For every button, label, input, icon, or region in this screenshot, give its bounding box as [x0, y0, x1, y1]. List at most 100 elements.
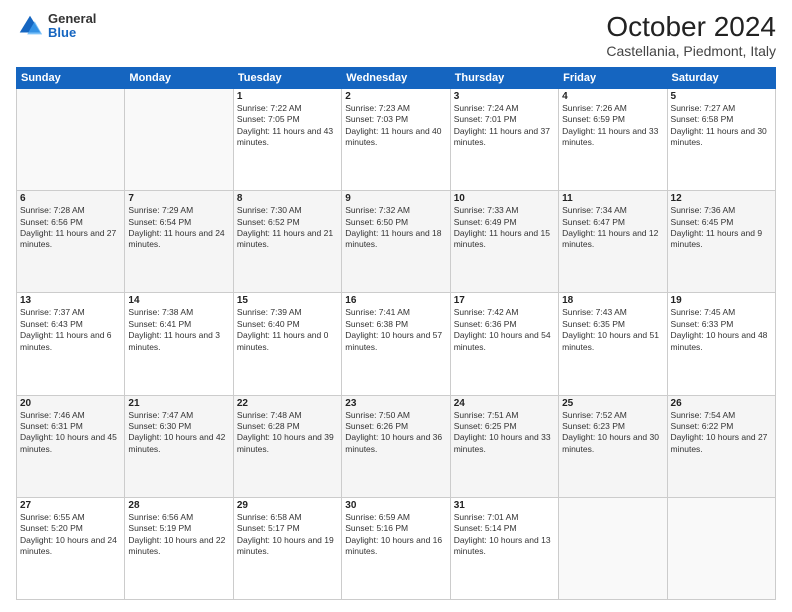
day-info: Sunrise: 6:55 AM Sunset: 5:20 PM Dayligh… — [20, 512, 121, 558]
col-thursday: Thursday — [450, 67, 558, 88]
day-number: 21 — [128, 398, 229, 409]
day-info: Sunrise: 7:01 AM Sunset: 5:14 PM Dayligh… — [454, 512, 555, 558]
calendar-cell: 18Sunrise: 7:43 AM Sunset: 6:35 PM Dayli… — [559, 293, 667, 395]
day-number: 3 — [454, 91, 555, 102]
day-info: Sunrise: 7:30 AM Sunset: 6:52 PM Dayligh… — [237, 205, 338, 251]
calendar-subtitle: Castellania, Piedmont, Italy — [606, 43, 776, 59]
day-info: Sunrise: 7:43 AM Sunset: 6:35 PM Dayligh… — [562, 307, 663, 353]
day-number: 7 — [128, 193, 229, 204]
day-info: Sunrise: 7:46 AM Sunset: 6:31 PM Dayligh… — [20, 410, 121, 456]
day-number: 23 — [345, 398, 446, 409]
calendar-cell: 25Sunrise: 7:52 AM Sunset: 6:23 PM Dayli… — [559, 395, 667, 497]
day-info: Sunrise: 7:47 AM Sunset: 6:30 PM Dayligh… — [128, 410, 229, 456]
logo-icon — [16, 12, 44, 40]
calendar-cell: 20Sunrise: 7:46 AM Sunset: 6:31 PM Dayli… — [17, 395, 125, 497]
col-saturday: Saturday — [667, 67, 775, 88]
day-number: 1 — [237, 91, 338, 102]
calendar-cell: 1Sunrise: 7:22 AM Sunset: 7:05 PM Daylig… — [233, 88, 341, 190]
day-number: 14 — [128, 295, 229, 306]
day-number: 22 — [237, 398, 338, 409]
logo-blue: Blue — [48, 26, 96, 40]
calendar-cell: 19Sunrise: 7:45 AM Sunset: 6:33 PM Dayli… — [667, 293, 775, 395]
day-info: Sunrise: 7:29 AM Sunset: 6:54 PM Dayligh… — [128, 205, 229, 251]
day-number: 18 — [562, 295, 663, 306]
calendar-cell: 7Sunrise: 7:29 AM Sunset: 6:54 PM Daylig… — [125, 191, 233, 293]
logo-text: General Blue — [48, 12, 96, 41]
calendar-cell: 6Sunrise: 7:28 AM Sunset: 6:56 PM Daylig… — [17, 191, 125, 293]
calendar-cell: 28Sunrise: 6:56 AM Sunset: 5:19 PM Dayli… — [125, 497, 233, 599]
calendar-cell: 11Sunrise: 7:34 AM Sunset: 6:47 PM Dayli… — [559, 191, 667, 293]
calendar-week-4: 20Sunrise: 7:46 AM Sunset: 6:31 PM Dayli… — [17, 395, 776, 497]
logo-general: General — [48, 12, 96, 26]
day-info: Sunrise: 7:26 AM Sunset: 6:59 PM Dayligh… — [562, 103, 663, 149]
calendar-cell: 10Sunrise: 7:33 AM Sunset: 6:49 PM Dayli… — [450, 191, 558, 293]
day-number: 13 — [20, 295, 121, 306]
day-number: 27 — [20, 500, 121, 511]
calendar-cell: 22Sunrise: 7:48 AM Sunset: 6:28 PM Dayli… — [233, 395, 341, 497]
day-info: Sunrise: 6:59 AM Sunset: 5:16 PM Dayligh… — [345, 512, 446, 558]
day-info: Sunrise: 7:50 AM Sunset: 6:26 PM Dayligh… — [345, 410, 446, 456]
day-info: Sunrise: 6:58 AM Sunset: 5:17 PM Dayligh… — [237, 512, 338, 558]
day-info: Sunrise: 7:27 AM Sunset: 6:58 PM Dayligh… — [671, 103, 772, 149]
day-number: 11 — [562, 193, 663, 204]
calendar-cell: 9Sunrise: 7:32 AM Sunset: 6:50 PM Daylig… — [342, 191, 450, 293]
header: General Blue October 2024 Castellania, P… — [16, 12, 776, 59]
calendar-cell: 14Sunrise: 7:38 AM Sunset: 6:41 PM Dayli… — [125, 293, 233, 395]
day-number: 26 — [671, 398, 772, 409]
col-tuesday: Tuesday — [233, 67, 341, 88]
calendar-cell — [667, 497, 775, 599]
day-info: Sunrise: 7:38 AM Sunset: 6:41 PM Dayligh… — [128, 307, 229, 353]
day-info: Sunrise: 7:39 AM Sunset: 6:40 PM Dayligh… — [237, 307, 338, 353]
calendar-cell: 26Sunrise: 7:54 AM Sunset: 6:22 PM Dayli… — [667, 395, 775, 497]
day-number: 9 — [345, 193, 446, 204]
day-number: 25 — [562, 398, 663, 409]
day-number: 24 — [454, 398, 555, 409]
calendar-cell — [125, 88, 233, 190]
title-block: October 2024 Castellania, Piedmont, Ital… — [606, 12, 776, 59]
day-info: Sunrise: 7:51 AM Sunset: 6:25 PM Dayligh… — [454, 410, 555, 456]
calendar-cell: 30Sunrise: 6:59 AM Sunset: 5:16 PM Dayli… — [342, 497, 450, 599]
calendar-cell: 24Sunrise: 7:51 AM Sunset: 6:25 PM Dayli… — [450, 395, 558, 497]
day-number: 6 — [20, 193, 121, 204]
calendar-header-row: Sunday Monday Tuesday Wednesday Thursday… — [17, 67, 776, 88]
day-number: 16 — [345, 295, 446, 306]
calendar-week-1: 1Sunrise: 7:22 AM Sunset: 7:05 PM Daylig… — [17, 88, 776, 190]
day-number: 5 — [671, 91, 772, 102]
calendar-cell: 8Sunrise: 7:30 AM Sunset: 6:52 PM Daylig… — [233, 191, 341, 293]
calendar-cell: 13Sunrise: 7:37 AM Sunset: 6:43 PM Dayli… — [17, 293, 125, 395]
calendar-cell: 17Sunrise: 7:42 AM Sunset: 6:36 PM Dayli… — [450, 293, 558, 395]
day-info: Sunrise: 7:36 AM Sunset: 6:45 PM Dayligh… — [671, 205, 772, 251]
day-number: 29 — [237, 500, 338, 511]
logo: General Blue — [16, 12, 96, 41]
day-number: 10 — [454, 193, 555, 204]
calendar-cell: 31Sunrise: 7:01 AM Sunset: 5:14 PM Dayli… — [450, 497, 558, 599]
day-number: 12 — [671, 193, 772, 204]
calendar-cell: 15Sunrise: 7:39 AM Sunset: 6:40 PM Dayli… — [233, 293, 341, 395]
col-friday: Friday — [559, 67, 667, 88]
day-info: Sunrise: 7:28 AM Sunset: 6:56 PM Dayligh… — [20, 205, 121, 251]
calendar-table: Sunday Monday Tuesday Wednesday Thursday… — [16, 67, 776, 600]
calendar-cell — [17, 88, 125, 190]
day-info: Sunrise: 6:56 AM Sunset: 5:19 PM Dayligh… — [128, 512, 229, 558]
day-info: Sunrise: 7:54 AM Sunset: 6:22 PM Dayligh… — [671, 410, 772, 456]
calendar-cell: 16Sunrise: 7:41 AM Sunset: 6:38 PM Dayli… — [342, 293, 450, 395]
day-number: 2 — [345, 91, 446, 102]
day-number: 4 — [562, 91, 663, 102]
day-info: Sunrise: 7:23 AM Sunset: 7:03 PM Dayligh… — [345, 103, 446, 149]
day-info: Sunrise: 7:48 AM Sunset: 6:28 PM Dayligh… — [237, 410, 338, 456]
day-info: Sunrise: 7:37 AM Sunset: 6:43 PM Dayligh… — [20, 307, 121, 353]
day-info: Sunrise: 7:32 AM Sunset: 6:50 PM Dayligh… — [345, 205, 446, 251]
calendar-title: October 2024 — [606, 12, 776, 43]
day-number: 15 — [237, 295, 338, 306]
day-number: 30 — [345, 500, 446, 511]
day-info: Sunrise: 7:52 AM Sunset: 6:23 PM Dayligh… — [562, 410, 663, 456]
calendar-week-3: 13Sunrise: 7:37 AM Sunset: 6:43 PM Dayli… — [17, 293, 776, 395]
day-info: Sunrise: 7:34 AM Sunset: 6:47 PM Dayligh… — [562, 205, 663, 251]
day-number: 31 — [454, 500, 555, 511]
day-info: Sunrise: 7:42 AM Sunset: 6:36 PM Dayligh… — [454, 307, 555, 353]
calendar-cell: 2Sunrise: 7:23 AM Sunset: 7:03 PM Daylig… — [342, 88, 450, 190]
page: General Blue October 2024 Castellania, P… — [0, 0, 792, 612]
day-info: Sunrise: 7:22 AM Sunset: 7:05 PM Dayligh… — [237, 103, 338, 149]
day-number: 8 — [237, 193, 338, 204]
day-number: 17 — [454, 295, 555, 306]
